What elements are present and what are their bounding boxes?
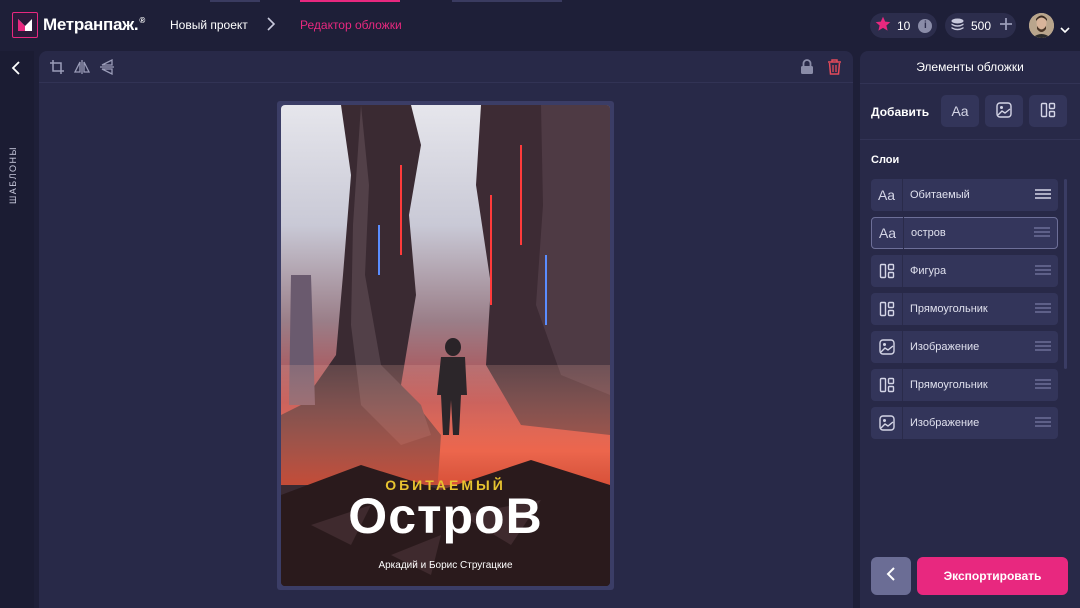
shape-icon: [871, 293, 903, 325]
layer-label: Прямоугольник: [910, 303, 988, 315]
layer-item[interactable]: Aa остров: [871, 217, 1058, 249]
chevron-down-icon[interactable]: [1060, 21, 1070, 39]
back-button[interactable]: [871, 557, 911, 595]
breadcrumb-new-project[interactable]: Новый проект: [170, 18, 248, 32]
templates-sidebar: ШАБЛОНЫ: [0, 51, 34, 608]
drag-handle-icon[interactable]: [1035, 300, 1051, 318]
divider: [860, 83, 1080, 84]
add-text-button[interactable]: Aa: [941, 95, 979, 127]
top-accent-line: [452, 0, 562, 2]
cover-author[interactable]: Аркадий и Борис Стругацкие: [281, 560, 610, 571]
lock-icon[interactable]: [800, 59, 814, 80]
drag-handle-icon[interactable]: [1035, 414, 1051, 432]
divider: [860, 139, 1080, 140]
add-label: Добавить: [871, 105, 930, 119]
app-logo[interactable]: Метранпаж.®: [12, 12, 145, 38]
text-icon: Aa: [872, 217, 904, 249]
text-icon: Aa: [951, 103, 969, 119]
drag-handle-icon[interactable]: [1035, 186, 1051, 204]
layer-label: Изображение: [910, 417, 980, 429]
logo-icon: [12, 12, 38, 38]
text-icon: Aa: [871, 179, 903, 211]
image-icon: [996, 101, 1012, 121]
layer-item[interactable]: Фигура: [871, 255, 1058, 287]
coins-icon: [950, 17, 965, 35]
drag-handle-icon[interactable]: [1034, 224, 1050, 242]
add-image-button[interactable]: [985, 95, 1023, 127]
layer-item[interactable]: Изображение: [871, 407, 1058, 439]
image-icon: [871, 331, 903, 363]
stars-count: 10: [897, 18, 911, 33]
top-accent-line: [210, 0, 260, 2]
star-icon: [875, 16, 891, 35]
cover-title[interactable]: ОстроВ: [281, 487, 610, 545]
canvas-workspace: ОБИТАЕМЫЙ ОстроВ Аркадий и Борис Стругац…: [39, 51, 853, 608]
shape-icon: [1040, 102, 1056, 121]
export-button[interactable]: Экспортировать: [917, 557, 1068, 595]
plus-icon[interactable]: [999, 17, 1013, 34]
panel-title: Элементы обложки: [916, 60, 1024, 74]
coins-count: 500: [971, 18, 992, 33]
shape-icon: [871, 255, 903, 287]
brand-name: Метранпаж.®: [43, 15, 145, 34]
layer-item[interactable]: Прямоугольник: [871, 293, 1058, 325]
cover-frame: ОБИТАЕМЫЙ ОстроВ Аркадий и Борис Стругац…: [277, 101, 614, 590]
coins-balance[interactable]: 500: [945, 13, 1016, 38]
layers-scrollbar[interactable]: [1064, 179, 1067, 369]
breadcrumb-cover-editor[interactable]: Редактор обложки: [300, 18, 402, 32]
collapse-sidebar-icon[interactable]: [10, 60, 22, 81]
stars-balance[interactable]: 10 i: [870, 13, 937, 38]
layers-label: Слои: [871, 154, 900, 166]
drag-handle-icon[interactable]: [1035, 376, 1051, 394]
top-bar: Метранпаж.® Новый проект Редактор обложк…: [0, 0, 1080, 51]
active-tab-indicator: [300, 0, 400, 2]
chevron-right-icon: [266, 17, 276, 36]
cover-elements-panel: Элементы обложки Добавить Aa Слои Aa Обит…: [860, 51, 1080, 608]
chevron-left-icon: [885, 566, 897, 587]
flip-vertical-icon[interactable]: [99, 58, 115, 80]
layer-label: Обитаемый: [910, 189, 970, 201]
layer-item[interactable]: Aa Обитаемый: [871, 179, 1058, 211]
info-icon[interactable]: i: [918, 18, 933, 33]
layer-label: Прямоугольник: [910, 379, 988, 391]
drag-handle-icon[interactable]: [1035, 262, 1051, 280]
drag-handle-icon[interactable]: [1035, 338, 1051, 356]
book-cover[interactable]: ОБИТАЕМЫЙ ОстроВ Аркадий и Борис Стругац…: [281, 105, 610, 586]
layer-item[interactable]: Прямоугольник: [871, 369, 1058, 401]
shape-icon: [871, 369, 903, 401]
avatar[interactable]: [1029, 13, 1054, 38]
crop-icon[interactable]: [49, 59, 65, 80]
layer-label: Фигура: [910, 265, 947, 277]
templates-tab[interactable]: ШАБЛОНЫ: [8, 146, 18, 204]
trash-icon[interactable]: [827, 59, 842, 80]
layer-label: остров: [911, 227, 946, 239]
flip-horizontal-icon[interactable]: [73, 59, 91, 80]
layer-label: Изображение: [910, 341, 980, 353]
add-shape-button[interactable]: [1029, 95, 1067, 127]
image-icon: [871, 407, 903, 439]
layer-item[interactable]: Изображение: [871, 331, 1058, 363]
canvas-toolbar: [39, 51, 853, 83]
